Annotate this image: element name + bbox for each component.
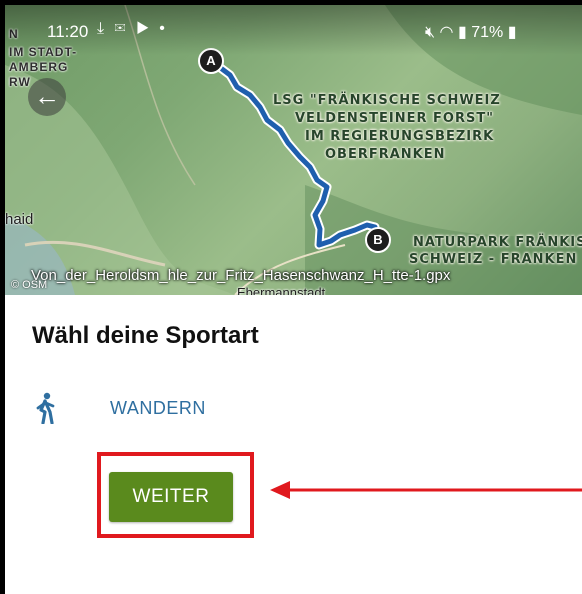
map-label-naturpark: SCHWEIZ - FRANKEN bbox=[409, 252, 578, 267]
youtube-icon: ▶ bbox=[136, 20, 152, 37]
map-label-lsg: VELDENSTEINER FORST" bbox=[295, 111, 494, 126]
notification-icons: ⤓ ✉ ▶ • bbox=[97, 20, 168, 38]
map-attribution: © OSM bbox=[11, 279, 48, 291]
status-right: 🔇︎ ◠ ▮ 71% ▮ bbox=[425, 22, 517, 42]
signal-icon: ▮ bbox=[457, 24, 467, 41]
route-map[interactable]: N IM STADT- AMBERG RW LSG "FRÄNKISCHE SC… bbox=[5, 5, 582, 295]
download-icon: ⤓ bbox=[97, 20, 108, 37]
sport-option-label: WANDERN bbox=[110, 398, 206, 418]
wifi-icon: ◠ bbox=[439, 24, 454, 41]
map-town-label: haid bbox=[5, 211, 34, 228]
route-end-marker[interactable]: B bbox=[365, 227, 391, 253]
back-button[interactable]: ← bbox=[28, 78, 66, 116]
map-town-label: Ebermannstadt bbox=[237, 285, 326, 295]
map-label-naturpark: NATURPARK FRÄNKIS bbox=[413, 235, 582, 250]
gpx-filename: Von_der_Heroldsm_hle_zur_Fritz_Hasenschw… bbox=[31, 267, 451, 284]
map-label-lsg: LSG "FRÄNKISCHE SCHWEIZ bbox=[273, 93, 501, 108]
map-label: RW bbox=[9, 75, 31, 89]
sport-option-hiking[interactable]: WANDERN bbox=[32, 392, 432, 426]
status-time: 11:20 bbox=[47, 22, 89, 41]
dot-icon: • bbox=[159, 20, 168, 37]
page-title: Wähl deine Sportart bbox=[32, 322, 259, 349]
continue-button[interactable]: WEITER bbox=[109, 472, 233, 522]
status-bar: 11:20 ⤓ ✉ ▶ • 🔇︎ ◠ ▮ 71% ▮ bbox=[5, 5, 582, 55]
battery-icon: ▮ bbox=[507, 24, 517, 41]
hiking-icon bbox=[36, 392, 55, 424]
arrow-left-icon: ← bbox=[34, 81, 60, 111]
mail-icon: ✉ bbox=[114, 20, 129, 37]
map-label-lsg: OBERFRANKEN bbox=[325, 147, 446, 162]
map-label-lsg: IM REGIERUNGSBEZIRK bbox=[305, 129, 495, 144]
annotation-arrow bbox=[270, 481, 582, 499]
map-label: AMBERG bbox=[9, 60, 69, 74]
mute-icon: 🔇︎ bbox=[425, 24, 436, 41]
battery-percent: 71% bbox=[471, 24, 504, 41]
